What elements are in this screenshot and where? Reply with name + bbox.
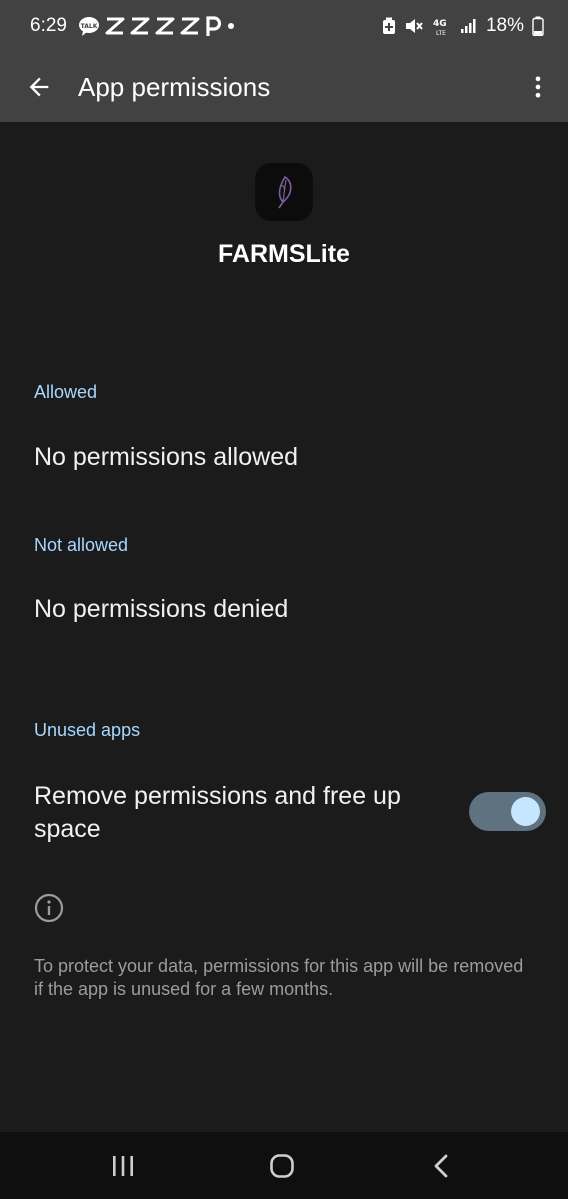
home-icon xyxy=(270,1153,294,1178)
app-name: FARMSLite xyxy=(218,240,350,268)
more-vert-icon xyxy=(535,76,541,98)
allowed-empty-text: No permissions allowed xyxy=(34,443,299,471)
nav-back-button[interactable] xyxy=(401,1132,481,1199)
capcut-icon xyxy=(105,17,125,35)
app-icon xyxy=(255,163,313,221)
svg-text:4G: 4G xyxy=(433,19,447,29)
navigation-bar xyxy=(0,1132,568,1199)
mute-icon xyxy=(404,17,424,35)
p-icon xyxy=(205,15,221,37)
status-bar-left: 6:29 TALK xyxy=(30,15,236,37)
back-button[interactable] xyxy=(11,59,67,115)
more-options-button[interactable] xyxy=(514,59,562,115)
not-allowed-empty-text: No permissions denied xyxy=(34,595,289,623)
4g-lte-icon: 4G LTE xyxy=(432,16,452,36)
status-bar-right: 4G LTE 18% xyxy=(382,15,544,37)
battery-icon xyxy=(532,16,544,36)
section-label-unused-apps: Unused apps xyxy=(34,720,141,740)
status-bar: 6:29 TALK 4G LTE 18% xyxy=(0,0,568,52)
app-bar: App permissions xyxy=(0,52,568,122)
home-button[interactable] xyxy=(242,1132,322,1199)
toggle-knob xyxy=(511,797,540,826)
remove-permissions-label: Remove permissions and free up space xyxy=(34,782,401,843)
page-title: App permissions xyxy=(78,71,271,102)
section-label-allowed: Allowed xyxy=(34,382,98,402)
remove-permissions-toggle[interactable] xyxy=(469,792,546,831)
feather-icon xyxy=(278,175,292,209)
capcut-icon xyxy=(180,17,200,35)
footer-description: To protect your data, permissions for th… xyxy=(34,956,524,999)
capcut-icon xyxy=(155,17,175,35)
svg-text:LTE: LTE xyxy=(436,30,446,36)
status-time: 6:29 xyxy=(30,15,67,36)
section-label-not-allowed: Not allowed xyxy=(34,535,129,555)
recents-button[interactable] xyxy=(83,1132,163,1199)
battery-percentage: 18% xyxy=(485,15,524,36)
battery-saver-icon xyxy=(382,17,396,35)
dot-icon xyxy=(226,21,236,31)
back-icon xyxy=(434,1154,448,1177)
remove-permissions-row[interactable]: Remove permissions and free up space xyxy=(0,776,568,856)
arrow-back-icon xyxy=(29,77,49,97)
signal-icon xyxy=(460,18,478,34)
capcut-icon xyxy=(130,17,150,35)
talk-icon: TALK xyxy=(78,16,100,36)
svg-text:TALK: TALK xyxy=(81,23,98,30)
recents-icon xyxy=(113,1155,133,1176)
info-icon xyxy=(34,893,64,923)
